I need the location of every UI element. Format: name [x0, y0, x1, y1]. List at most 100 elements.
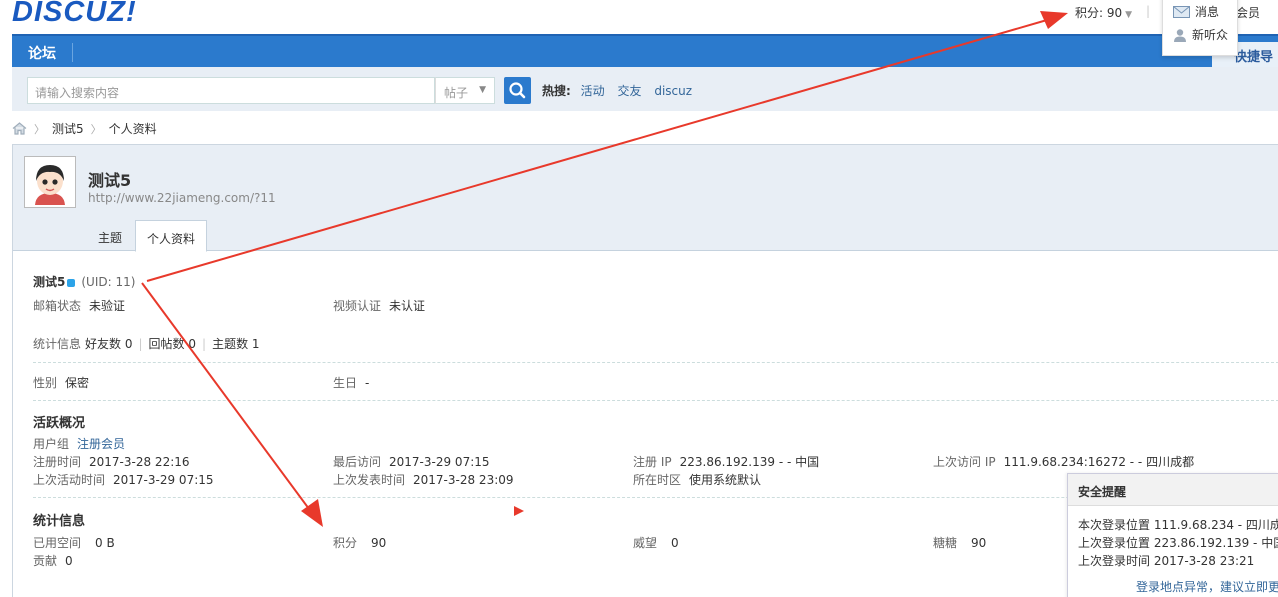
last-post-row: 上次发表时间 2017-3-28 23:09: [333, 471, 514, 488]
current-login-location: 本次登录位置 111.9.68.234 - 四川成: [1078, 518, 1278, 532]
birthday-row: 生日 -: [333, 374, 369, 391]
threads-value: 1: [251, 337, 260, 351]
points-menu[interactable]: 积分: 90 ▼: [1075, 4, 1132, 21]
replies-value: 0: [188, 337, 197, 351]
contrib-value: 0: [65, 554, 73, 568]
prestige-row: 威望 0: [633, 534, 679, 551]
video-label: 视频认证: [333, 299, 382, 313]
divider: |: [1146, 4, 1151, 18]
last-visit-label: 最后访问: [333, 455, 382, 469]
uid: (UID: 11): [81, 275, 136, 289]
threads-label: 主题数: [212, 337, 249, 351]
divider: |: [138, 337, 143, 351]
online-status-icon: [67, 278, 76, 287]
candy-row: 糖糖 90: [933, 534, 986, 551]
nav-divider: [72, 43, 73, 62]
main-nav: 论坛 快捷导: [12, 34, 1278, 67]
user-icon: [1174, 28, 1186, 42]
search-button[interactable]: [504, 77, 531, 104]
security-alert-link[interactable]: 登录地点异常，建议立即更: [1068, 570, 1278, 595]
last-ip-row: 上次访问 IP 111.9.68.234:16272 - - 四川成都: [933, 453, 1194, 470]
new-listener-label: 新听众: [1192, 28, 1229, 42]
discuz-logo[interactable]: DISCUZ!: [12, 0, 137, 29]
video-status: 视频认证 未认证: [333, 297, 425, 314]
member-link[interactable]: 会员: [1236, 4, 1260, 21]
tab-threads[interactable]: 主题: [87, 220, 133, 251]
breadcrumb-page: 个人资料: [108, 122, 157, 136]
hot-link[interactable]: discuz: [654, 84, 692, 98]
replies-link[interactable]: 回帖数 0: [149, 337, 196, 351]
birthday-value: -: [365, 376, 370, 390]
space-row: 已用空间 0 B: [33, 534, 115, 551]
divider: |: [202, 337, 207, 351]
last-post-label: 上次发表时间: [333, 473, 406, 487]
home-icon[interactable]: [12, 122, 27, 135]
reg-time-row: 注册时间 2017-3-28 22:16: [33, 453, 190, 470]
space-value: 0 B: [95, 536, 115, 550]
hot-searches: 热搜: 活动 交友 discuz: [542, 82, 701, 99]
reg-ip-label: 注册 IP: [633, 455, 672, 469]
breadcrumb-separator: 〉: [34, 122, 45, 136]
avatar[interactable]: [24, 156, 76, 208]
points-value: 90: [371, 536, 387, 550]
friends-link[interactable]: 好友数 0: [85, 337, 132, 351]
stats-heading: 统计信息: [33, 514, 86, 529]
prestige-label: 威望: [633, 536, 658, 550]
email-status: 邮箱状态 未验证: [33, 297, 125, 314]
last-active-row: 上次活动时间 2017-3-29 07:15: [33, 471, 214, 488]
search-bar: 请输入搜索内容 帖子 ▼ 热搜: 活动 交友 discuz: [12, 67, 1278, 111]
messages-item[interactable]: 消息: [1173, 3, 1219, 20]
candy-value: 90: [971, 536, 987, 550]
timezone-value: 使用系统默认: [689, 473, 762, 487]
username: 测试5: [33, 275, 66, 289]
prestige-value: 0: [671, 536, 679, 550]
security-alert-title: 安全提醒: [1068, 474, 1278, 506]
friends-label: 好友数: [85, 337, 122, 351]
gender-row: 性别 保密: [33, 374, 89, 391]
contrib-label: 贡献: [33, 554, 58, 568]
avatar-image: [27, 159, 73, 205]
reg-ip-row: 注册 IP 223.86.192.139 - - 中国: [633, 453, 819, 470]
search-input[interactable]: 请输入搜索内容: [27, 77, 435, 104]
video-value: 未认证: [389, 299, 426, 313]
email-value: 未验证: [89, 299, 126, 313]
profile-name: 测试5: [88, 171, 132, 190]
new-listener-item[interactable]: 新听众: [1173, 26, 1228, 43]
email-label: 邮箱状态: [33, 299, 82, 313]
points-text: 积分: 90: [1075, 6, 1123, 20]
birthday-label: 生日: [333, 376, 358, 390]
last-login-location: 上次登录位置 223.86.192.139 - 中国: [1078, 536, 1278, 550]
last-active-value: 2017-3-29 07:15: [113, 473, 214, 487]
envelope-icon: [1173, 5, 1190, 18]
last-ip-value: 111.9.68.234:16272 - - 四川成都: [1003, 455, 1195, 469]
nav-forum[interactable]: 论坛: [28, 43, 56, 63]
hot-link[interactable]: 活动: [581, 84, 605, 98]
last-active-label: 上次活动时间: [33, 473, 106, 487]
stats-row: 统计信息 好友数 0 | 回帖数 0 | 主题数 1: [33, 335, 260, 352]
gender-label: 性别: [33, 376, 58, 390]
security-alert-panel: 安全提醒 本次登录位置 111.9.68.234 - 四川成 上次登录位置 22…: [1067, 473, 1278, 597]
breadcrumb: 〉 测试5 〉 个人资料: [12, 120, 157, 137]
last-visit-value: 2017-3-29 07:15: [389, 455, 490, 469]
tab-profile[interactable]: 个人资料: [135, 220, 208, 252]
usergroup-label: 用户组: [33, 437, 70, 451]
chevron-down-icon: ▼: [1125, 10, 1133, 20]
threads-link[interactable]: 主题数 1: [212, 337, 259, 351]
timezone-label: 所在时区: [633, 473, 682, 487]
contrib-row: 贡献 0: [33, 552, 73, 569]
hot-link[interactable]: 交友: [617, 84, 641, 98]
breadcrumb-user[interactable]: 测试5: [52, 120, 84, 137]
profile-url[interactable]: http://www.22jiameng.com/?11: [88, 191, 276, 205]
caret-up-icon: ^: [1221, 0, 1232, 7]
replies-label: 回帖数: [148, 337, 185, 351]
stats-label: 统计信息: [33, 337, 82, 351]
search-type-select[interactable]: 帖子 ▼: [435, 77, 495, 104]
last-post-value: 2017-3-28 23:09: [413, 473, 514, 487]
usergroup-link[interactable]: 注册会员: [77, 437, 125, 451]
last-login-time: 上次登录时间 2017-3-28 23:21: [1078, 554, 1255, 568]
last-ip-label: 上次访问 IP: [933, 455, 996, 469]
user-popup-menu: ^ 消息 新听众: [1162, 0, 1238, 56]
profile-title-row: 测试5 (UID: 11): [33, 273, 135, 290]
divider: [33, 362, 1278, 363]
annotation-arrowhead: [1040, 11, 1068, 29]
